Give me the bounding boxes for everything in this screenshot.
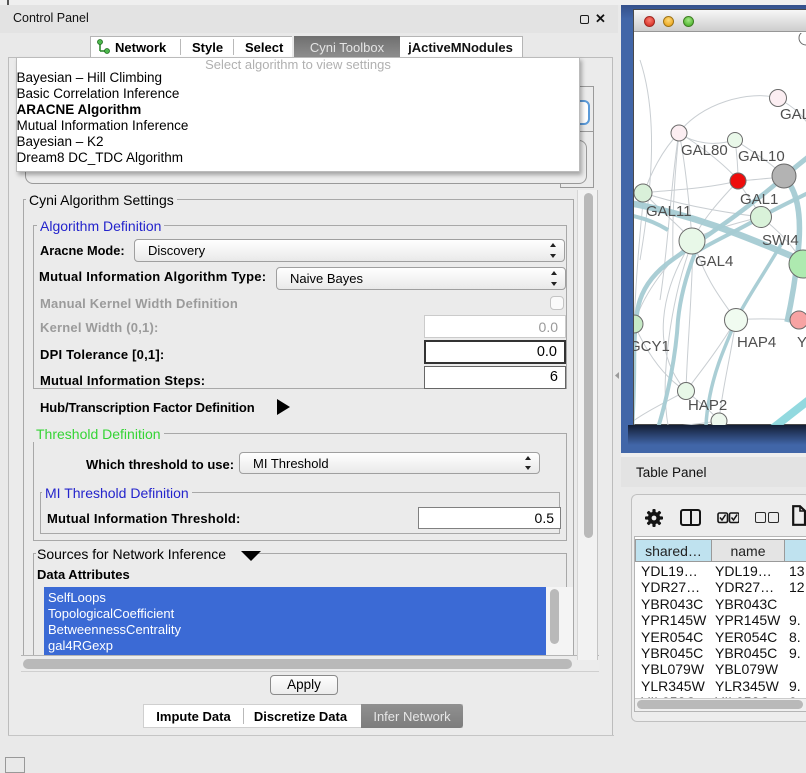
- svg-text:Y: Y: [797, 334, 806, 351]
- svg-text:GCY1: GCY1: [634, 338, 670, 355]
- svg-text:GAL4: GAL4: [695, 253, 733, 270]
- svg-text:HAP2: HAP2: [688, 397, 727, 414]
- svg-text:GAL80: GAL80: [681, 142, 728, 159]
- svg-text:SWI4: SWI4: [762, 232, 799, 249]
- svg-text:GAL: GAL: [780, 106, 806, 123]
- svg-text:GAL1: GAL1: [740, 191, 778, 208]
- svg-text:GAL11: GAL11: [646, 203, 692, 220]
- svg-text:GAL10: GAL10: [738, 148, 785, 165]
- svg-text:HAP4: HAP4: [737, 334, 776, 351]
